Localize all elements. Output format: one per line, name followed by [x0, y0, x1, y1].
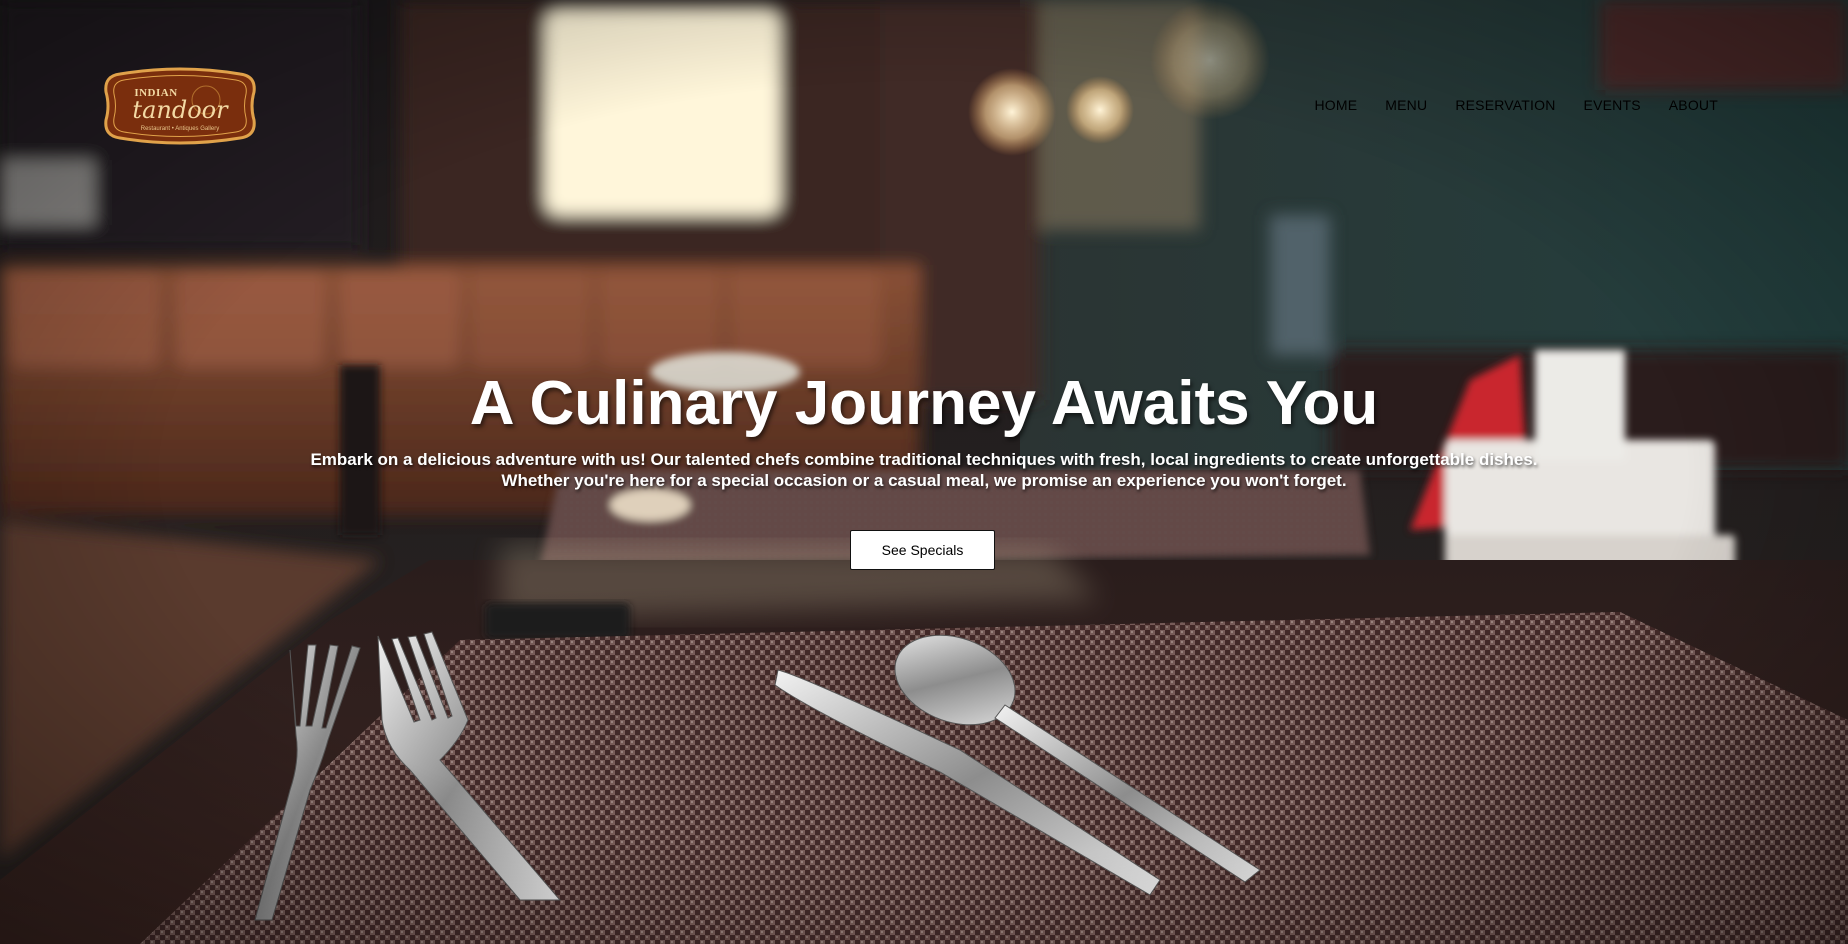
nav-reservation[interactable]: RESERVATION [1455, 97, 1555, 113]
hero-description-line-1: Embark on a delicious adventure with us!… [310, 450, 1538, 469]
see-specials-button[interactable]: See Specials [850, 530, 995, 570]
nav-about[interactable]: ABOUT [1669, 97, 1718, 113]
indian-tandoor-logo: INDIAN tandoor Restaurant • Antiques Gal… [104, 67, 256, 145]
svg-text:Restaurant • Antiques Gallery: Restaurant • Antiques Gallery [141, 126, 219, 132]
nav-events[interactable]: EVENTS [1584, 97, 1641, 113]
brand-logo[interactable]: INDIAN tandoor Restaurant • Antiques Gal… [104, 66, 256, 146]
svg-text:tandoor: tandoor [132, 96, 229, 124]
hero-description-line-2: Whether you're here for a special occasi… [501, 471, 1347, 490]
hero-section: INDIAN tandoor Restaurant • Antiques Gal… [0, 0, 1848, 944]
nav-home[interactable]: HOME [1314, 97, 1357, 113]
main-navigation: HOME MENU RESERVATION EVENTS ABOUT [1286, 97, 1718, 113]
nav-menu[interactable]: MENU [1385, 97, 1427, 113]
hero-headline: A Culinary Journey Awaits You [469, 369, 1379, 438]
hero-description: Embark on a delicious adventure with us!… [0, 449, 1848, 491]
